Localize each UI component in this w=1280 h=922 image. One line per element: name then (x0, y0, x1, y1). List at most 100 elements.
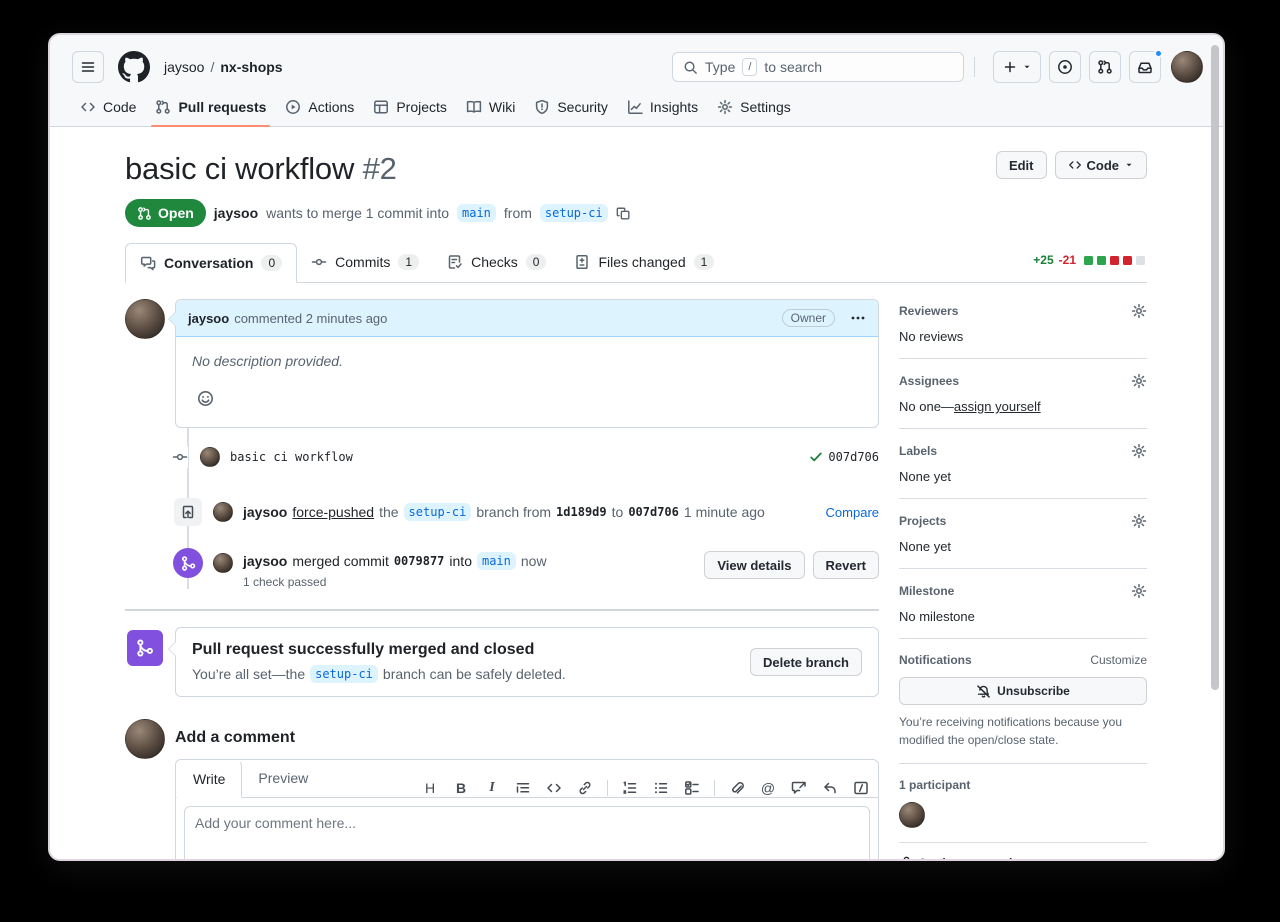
breadcrumb-owner[interactable]: jaysoo (164, 59, 204, 75)
push-author[interactable]: jaysoo (243, 504, 287, 520)
old-sha[interactable]: 1d189d9 (556, 505, 607, 519)
force-pushed-link[interactable]: force-pushed (292, 504, 374, 520)
edit-button[interactable]: Edit (996, 151, 1047, 179)
delete-branch-button[interactable]: Delete branch (750, 648, 862, 676)
gear-icon (1131, 303, 1147, 319)
projects-gear-button[interactable] (1131, 513, 1147, 529)
comment-author[interactable]: jaysoo (188, 311, 229, 326)
hamburger-menu-button[interactable] (72, 51, 104, 83)
head-branch-label[interactable]: setup-ci (540, 204, 608, 222)
unsubscribe-button[interactable]: Unsubscribe (899, 677, 1147, 705)
bold-button[interactable]: B (452, 779, 470, 797)
comment-textarea[interactable] (184, 806, 870, 861)
inbox-button[interactable] (1129, 51, 1161, 83)
lock-conversation-button[interactable]: Lock conversation (899, 843, 1147, 861)
commit-message[interactable]: basic ci workflow (230, 450, 353, 464)
cross-reference-button[interactable] (790, 779, 808, 797)
base-branch-label[interactable]: main (457, 204, 496, 222)
nav-tab-settings[interactable]: Settings (709, 86, 799, 127)
numbered-list-button[interactable] (621, 779, 639, 797)
assignees-gear-button[interactable] (1131, 373, 1147, 389)
copy-branch-button[interactable] (616, 206, 631, 221)
code-dropdown-button[interactable]: Code (1055, 151, 1148, 179)
participant-avatar[interactable] (899, 802, 925, 828)
customize-link[interactable]: Customize (1090, 653, 1147, 667)
merge-author-avatar[interactable] (213, 553, 233, 573)
nav-tab-actions[interactable]: Actions (277, 86, 362, 127)
github-logo[interactable] (118, 51, 150, 83)
assignees-section: Assignees No one—assign yourself (899, 359, 1147, 429)
compare-link[interactable]: Compare (826, 505, 879, 520)
comment-discussion-icon (140, 255, 156, 271)
comment-author-avatar[interactable] (125, 299, 165, 339)
nav-tab-security[interactable]: Security (526, 86, 616, 127)
pr-sidebar: Reviewers No reviews Assignees No one—as… (899, 299, 1147, 861)
book-icon (466, 99, 482, 115)
code-icon (1068, 158, 1082, 172)
nav-tab-wiki[interactable]: Wiki (458, 86, 523, 127)
issues-button[interactable] (1049, 51, 1081, 83)
bullet-list-button[interactable] (652, 779, 670, 797)
assign-yourself-link[interactable]: assign yourself (954, 399, 1041, 414)
merge-author[interactable]: jaysoo (243, 553, 287, 569)
italic-button[interactable]: I (483, 779, 501, 797)
nav-tab-insights[interactable]: Insights (619, 86, 706, 127)
labels-title: Labels (899, 444, 937, 458)
nav-tab-projects[interactable]: Projects (365, 86, 455, 127)
pr-author[interactable]: jaysoo (214, 205, 258, 221)
search-placeholder-1: Type (705, 59, 735, 75)
add-reaction-button[interactable] (192, 385, 218, 411)
milestone-gear-button[interactable] (1131, 583, 1147, 599)
heading-button[interactable]: H (421, 779, 439, 797)
pull-requests-button[interactable] (1089, 51, 1121, 83)
breadcrumb-repo[interactable]: nx-shops (220, 59, 282, 75)
labels-gear-button[interactable] (1131, 443, 1147, 459)
checklist-icon (447, 254, 463, 270)
merge-sha[interactable]: 0079877 (394, 554, 445, 568)
scrollbar-thumb[interactable] (1211, 45, 1219, 690)
create-new-button[interactable] (993, 51, 1041, 83)
head-branch-label[interactable]: setup-ci (310, 665, 378, 683)
search-input[interactable]: Type / to search (672, 52, 964, 82)
base-branch-label[interactable]: main (477, 552, 516, 570)
diffstat-block (1136, 256, 1145, 265)
push-author-avatar[interactable] (213, 502, 233, 522)
participants-section: 1 participant (899, 764, 1147, 843)
write-tab[interactable]: Write (176, 760, 242, 798)
reviewers-gear-button[interactable] (1131, 303, 1147, 319)
link-button[interactable] (576, 779, 594, 797)
comment-menu-button[interactable] (850, 310, 866, 326)
pr-title: basic ci workflow #2 (125, 151, 397, 187)
milestone-title: Milestone (899, 584, 954, 598)
commit-author-avatar[interactable] (200, 447, 220, 467)
breadcrumb: jaysoo / nx-shops (164, 59, 283, 75)
task-list-button[interactable] (683, 779, 701, 797)
tab-checks[interactable]: Checks 0 (433, 242, 560, 282)
nav-tab-code[interactable]: Code (72, 86, 144, 127)
tab-conversation[interactable]: Conversation 0 (125, 243, 297, 283)
git-commit-icon (172, 446, 188, 468)
git-merge-icon (127, 630, 163, 666)
head-branch-label[interactable]: setup-ci (404, 503, 472, 521)
check-passed-text[interactable]: 1 check passed (243, 575, 547, 589)
commit-sha[interactable]: 007d706 (828, 450, 879, 464)
table-icon (373, 99, 389, 115)
user-avatar[interactable] (1171, 51, 1203, 83)
attach-file-button[interactable] (728, 779, 746, 797)
view-details-button[interactable]: View details (704, 551, 804, 579)
check-success-icon[interactable] (809, 450, 823, 464)
reply-button[interactable] (821, 779, 839, 797)
quote-button[interactable] (514, 779, 532, 797)
revert-button[interactable]: Revert (813, 551, 879, 579)
git-merge-icon (173, 548, 203, 578)
github-mark-icon (118, 51, 150, 83)
slash-commands-button[interactable] (852, 779, 870, 797)
tab-commits[interactable]: Commits 1 (297, 242, 433, 282)
code-button[interactable] (545, 779, 563, 797)
new-sha[interactable]: 007d706 (628, 505, 679, 519)
scrollbar[interactable] (1209, 39, 1221, 855)
mention-button[interactable]: @ (759, 779, 777, 797)
tab-files-changed[interactable]: Files changed 1 (560, 242, 728, 282)
preview-tab[interactable]: Preview (242, 759, 324, 797)
nav-tab-pull-requests[interactable]: Pull requests (147, 86, 274, 127)
